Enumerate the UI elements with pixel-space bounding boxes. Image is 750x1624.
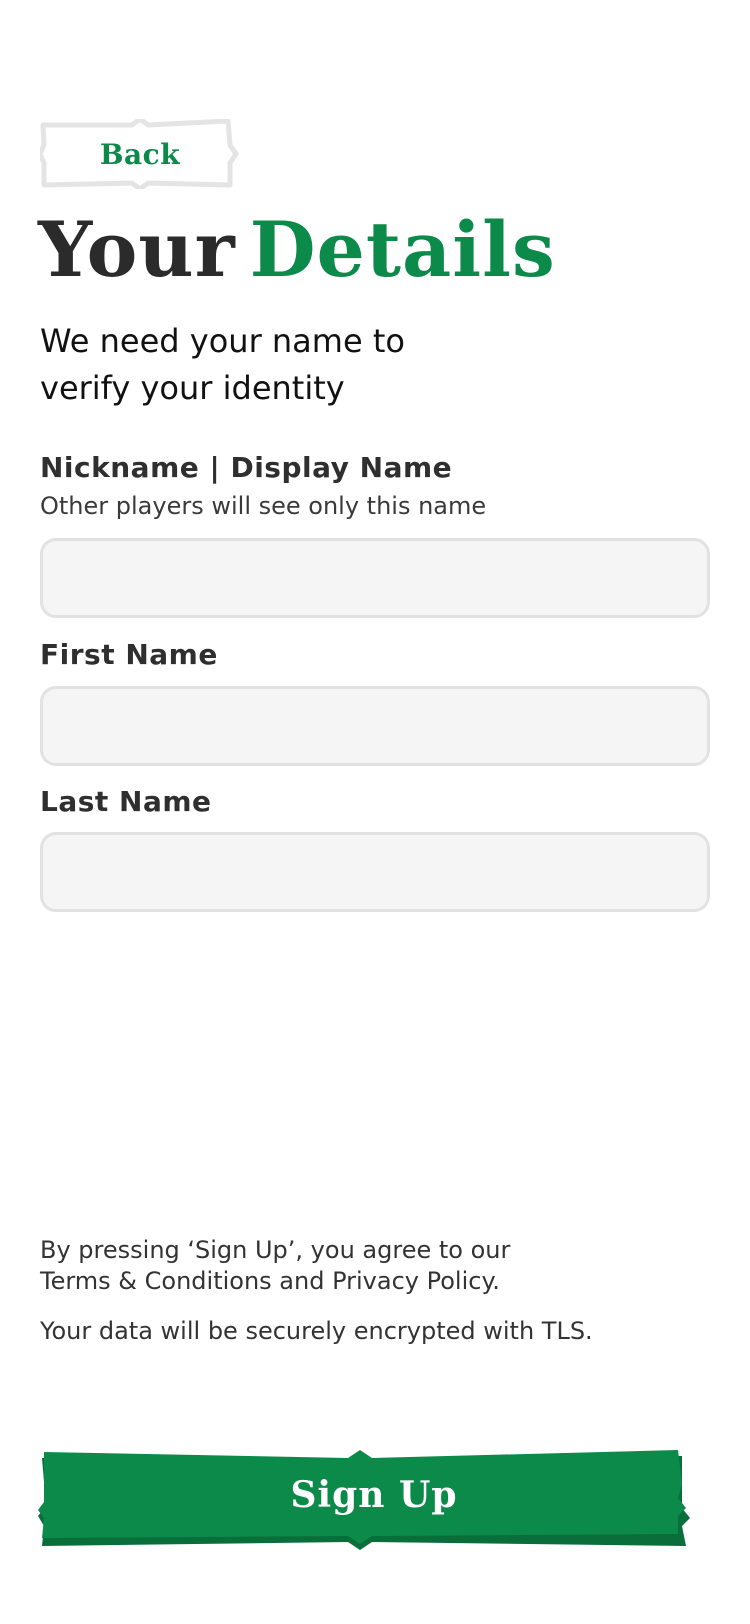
terms-line-2: Terms & Conditions and Privacy Policy. (40, 1267, 500, 1295)
page-title: Your Details (38, 212, 556, 288)
first-name-label: First Name (40, 638, 218, 671)
sign-up-button-label: Sign Up (290, 1474, 458, 1516)
sign-up-button[interactable]: Sign Up (38, 1442, 710, 1554)
last-name-label: Last Name (40, 785, 212, 818)
back-button[interactable]: Back (40, 119, 240, 189)
last-name-field[interactable] (40, 832, 710, 912)
nickname-field[interactable] (40, 538, 710, 618)
nickname-hint: Other players will see only this name (40, 492, 487, 520)
terms-line-1: By pressing ‘Sign Up’, you agree to our (40, 1236, 511, 1264)
last-name-input[interactable] (43, 835, 707, 909)
page-subtitle: We need your name to verify your identit… (40, 322, 405, 407)
page-title-details: Details (249, 205, 556, 294)
first-name-field[interactable] (40, 686, 710, 766)
page-title-your: Your (38, 205, 236, 294)
nickname-input[interactable] (43, 541, 707, 615)
first-name-input[interactable] (43, 689, 707, 763)
security-note: Your data will be securely encrypted wit… (40, 1317, 593, 1345)
back-button-label: Back (99, 137, 181, 171)
nickname-label: Nickname | Display Name (40, 451, 453, 484)
